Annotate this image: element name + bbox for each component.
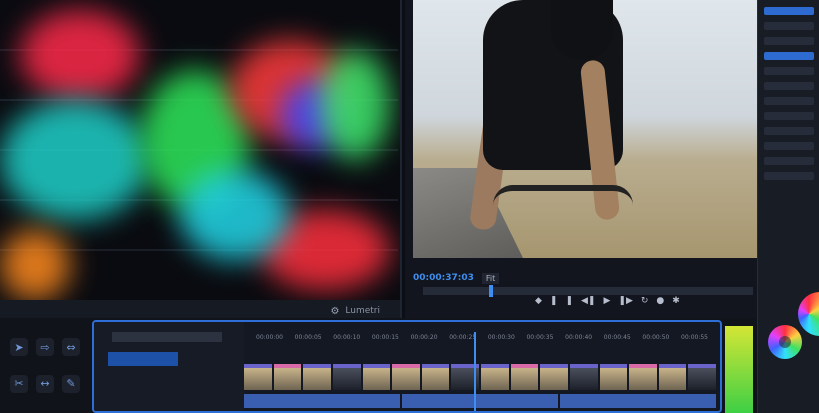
video-clip[interactable] bbox=[244, 364, 272, 390]
video-clip[interactable] bbox=[303, 364, 331, 390]
ruler-tick-label: 00:00:25 bbox=[449, 334, 477, 341]
video-clip[interactable] bbox=[273, 364, 302, 390]
ruler-tick-label: 00:00:55 bbox=[681, 334, 708, 341]
audio-meter bbox=[725, 326, 753, 413]
ruler-tick-label: 00:00:30 bbox=[487, 334, 515, 341]
panel-control[interactable] bbox=[764, 22, 814, 30]
ruler-tick-label: 00:00:45 bbox=[603, 334, 631, 341]
monitor-info-bar: 00:00:37:03 Fit bbox=[413, 270, 758, 286]
video-clip[interactable] bbox=[392, 364, 420, 390]
scope-trace bbox=[320, 50, 390, 160]
sequence-tab[interactable] bbox=[112, 332, 222, 342]
out-point-icon[interactable]: ❚ bbox=[565, 296, 573, 306]
selection-tool-icon[interactable]: ➤ bbox=[10, 338, 28, 356]
ruler-tick-label: 00:00:50 bbox=[642, 334, 670, 341]
timeline-timecode[interactable] bbox=[108, 352, 178, 366]
settings-icon[interactable]: ✱ bbox=[672, 296, 680, 306]
video-clip[interactable] bbox=[599, 364, 628, 390]
play-icon[interactable]: ▶ bbox=[603, 296, 610, 306]
scope-footer-label: Lumetri bbox=[345, 306, 380, 316]
audio-clip[interactable] bbox=[244, 394, 400, 408]
ruler-tick-label: 00:00:40 bbox=[565, 334, 593, 341]
monitor-scrubber[interactable] bbox=[423, 285, 753, 297]
panel-control[interactable] bbox=[764, 67, 814, 75]
slip-tool-icon[interactable]: ↔ bbox=[36, 374, 54, 393]
scope-trace bbox=[180, 170, 290, 260]
video-editor-app: ⚙ Lumetri 00:00:37:03 Fit ◆ ❚ ❚ ◀❚ ▶ ❚▶ … bbox=[0, 0, 819, 413]
tools-panel: ➤ ⇨ ⇔ ✂ ↔ ✎ bbox=[0, 328, 90, 413]
ripple-edit-icon[interactable]: ⇔ bbox=[62, 338, 80, 356]
lumetri-color-panel bbox=[757, 0, 819, 413]
panel-control[interactable] bbox=[764, 112, 814, 120]
video-clip[interactable] bbox=[569, 364, 598, 390]
panel-control[interactable] bbox=[764, 157, 814, 165]
scope-trace bbox=[0, 100, 150, 220]
video-clip[interactable] bbox=[510, 364, 539, 390]
playhead-timecode[interactable]: 00:00:37:03 bbox=[413, 273, 474, 283]
panel-control[interactable] bbox=[764, 37, 814, 45]
ruler-tick-label: 00:00:05 bbox=[294, 334, 322, 341]
panel-control[interactable] bbox=[764, 172, 814, 180]
in-point-icon[interactable]: ❚ bbox=[550, 296, 558, 306]
color-wheel-highlights[interactable] bbox=[798, 292, 819, 336]
scrubber-playhead[interactable] bbox=[489, 285, 493, 297]
wrench-icon[interactable]: ⚙ bbox=[330, 306, 339, 317]
track-select-icon[interactable]: ⇨ bbox=[36, 338, 54, 356]
ruler-tick-label: 00:00:35 bbox=[526, 334, 554, 341]
video-clip[interactable] bbox=[481, 364, 509, 390]
panel-control[interactable] bbox=[764, 82, 814, 90]
time-ruler[interactable]: 00:00:00 00:00:05 00:00:10 00:00:15 00:00:20… bbox=[244, 334, 720, 358]
timeline-panel[interactable]: 00:00:00 00:00:05 00:00:10 00:00:15 00:00:20… bbox=[92, 320, 722, 413]
panel-control[interactable] bbox=[764, 127, 814, 135]
timeline-playhead[interactable] bbox=[474, 332, 476, 411]
video-clip[interactable] bbox=[629, 364, 657, 390]
video-clip[interactable] bbox=[332, 364, 361, 390]
panel-slider[interactable] bbox=[764, 52, 814, 60]
scope-trace bbox=[0, 230, 70, 300]
scope-trace bbox=[20, 10, 140, 100]
timeline-header bbox=[94, 322, 244, 411]
bike-handlebar bbox=[493, 185, 633, 258]
ruler-tick-label: 00:00:00 bbox=[256, 334, 283, 341]
panel-tab[interactable] bbox=[764, 7, 814, 15]
panel-control[interactable] bbox=[764, 142, 814, 150]
pen-tool-icon[interactable]: ✎ bbox=[62, 374, 80, 393]
razor-tool-icon[interactable]: ✂ bbox=[10, 374, 28, 393]
video-clip[interactable] bbox=[540, 364, 568, 390]
transport-controls: ◆ ❚ ❚ ◀❚ ▶ ❚▶ ↻ ● ✱ bbox=[535, 296, 680, 306]
video-clip[interactable] bbox=[421, 364, 450, 390]
video-clip[interactable] bbox=[658, 364, 687, 390]
program-video-frame bbox=[413, 0, 758, 258]
color-wheel-midtones[interactable] bbox=[768, 325, 802, 359]
lumetri-scope-panel: ⚙ Lumetri bbox=[0, 0, 402, 322]
camera-icon[interactable]: ● bbox=[656, 296, 664, 306]
ruler-tick-label: 00:00:15 bbox=[371, 334, 399, 341]
zoom-fit-select[interactable]: Fit bbox=[481, 272, 500, 284]
step-forward-icon[interactable]: ❚▶ bbox=[618, 296, 632, 306]
video-clip[interactable] bbox=[688, 364, 716, 390]
bottom-workspace: ➤ ⇨ ⇔ ✂ ↔ ✎ 00:00:00 00:00:05 00:00:10 00:0… bbox=[0, 318, 757, 413]
step-back-icon[interactable]: ◀❚ bbox=[581, 296, 595, 306]
program-monitor: 00:00:37:03 Fit ◆ ❚ ❚ ◀❚ ▶ ❚▶ ↻ ● ✱ bbox=[405, 0, 758, 318]
rider-helmet bbox=[551, 0, 613, 60]
audio-clip[interactable] bbox=[560, 394, 716, 408]
marker-icon[interactable]: ◆ bbox=[535, 296, 542, 306]
video-clip[interactable] bbox=[362, 364, 391, 390]
ruler-tick-label: 00:00:10 bbox=[333, 334, 361, 341]
audio-track-a1[interactable] bbox=[244, 394, 716, 408]
video-track-v1[interactable] bbox=[244, 364, 716, 390]
panel-control[interactable] bbox=[764, 97, 814, 105]
audio-clip[interactable] bbox=[402, 394, 558, 408]
ruler-tick-label: 00:00:20 bbox=[410, 334, 438, 341]
loop-icon[interactable]: ↻ bbox=[641, 296, 649, 306]
